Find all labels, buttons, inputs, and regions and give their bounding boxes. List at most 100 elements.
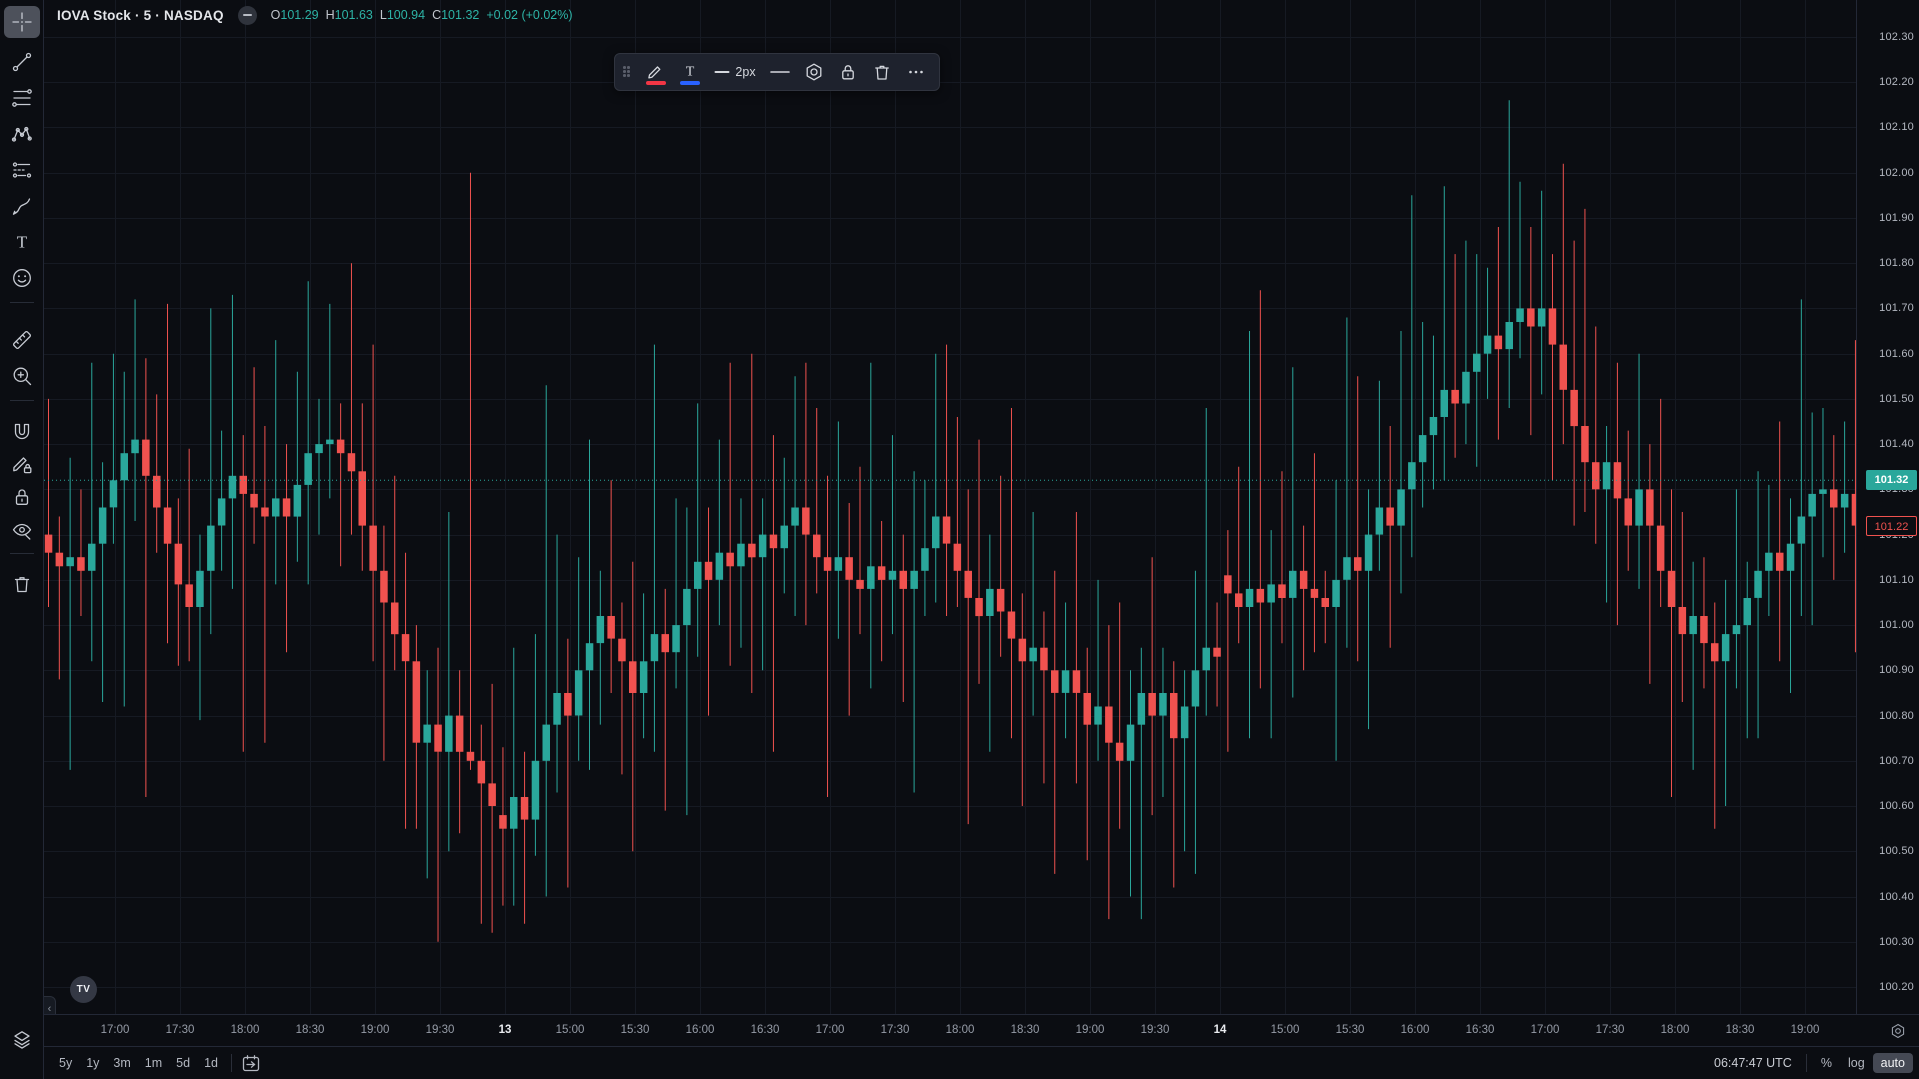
range-button-3m[interactable]: 3m [106, 1053, 137, 1073]
ohlc-values: O101.29 H101.63 L100.94 C101.32 +0.02 (+… [271, 8, 573, 22]
trash-icon [872, 62, 892, 82]
more-options-button[interactable] [901, 57, 931, 87]
range-button-1m[interactable]: 1m [138, 1053, 169, 1073]
line-style-button[interactable] [765, 57, 795, 87]
pane-legend: IOVA Stock · 5 · NASDAQ O101.29 H101.63 … [57, 5, 573, 25]
low-value: 100.94 [387, 8, 425, 22]
clock[interactable]: 06:47:47 UTC [1706, 1056, 1800, 1070]
lock-all-drawings-button[interactable] [4, 481, 40, 513]
trend-line-icon [11, 51, 33, 73]
xabcd-pattern-tool-button[interactable] [4, 118, 40, 150]
price-axis-label: 102.20 [1879, 75, 1914, 89]
collapse-legend-button[interactable] [238, 6, 257, 25]
drawing-lock-button[interactable] [833, 57, 863, 87]
drawing-remove-button[interactable] [867, 57, 897, 87]
change-value: +0.02 (+0.02%) [486, 8, 572, 22]
price-axis-label: 100.80 [1879, 709, 1914, 723]
price-axis-label: 100.40 [1879, 890, 1914, 904]
bottom-toolbar: 5y1y3m1m5d1d 06:47:47 UTC % log auto [44, 1046, 1919, 1079]
zoom-in-tool-button[interactable] [4, 360, 40, 392]
high-value: 101.63 [335, 8, 373, 22]
minus-icon [243, 14, 252, 17]
legend-separator: · [135, 8, 140, 23]
calendar-icon [241, 1053, 261, 1073]
last-price-tag: 101.32 [1866, 470, 1917, 490]
time-axis-label: 17:00 [1522, 1024, 1568, 1036]
floating-drawing-toolbar: T 2px [614, 53, 940, 91]
ask-price-tag: 101.22 [1866, 516, 1917, 536]
crosshair-icon [11, 11, 33, 33]
stay-drawing-mode-button[interactable] [4, 448, 40, 480]
percent-scale-button[interactable]: % [1813, 1053, 1840, 1073]
text-icon: T [11, 231, 33, 253]
blue-color-indicator [680, 81, 700, 85]
scale-controls: 06:47:47 UTC % log auto [1706, 1053, 1913, 1073]
trend-line-tool-button[interactable] [4, 46, 40, 78]
zoom-in-icon [11, 365, 33, 387]
remove-drawings-button[interactable] [4, 568, 40, 600]
axis-settings-button[interactable] [1889, 1022, 1907, 1040]
measure-tool-button[interactable] [4, 324, 40, 356]
drawing-settings-button[interactable] [799, 57, 829, 87]
time-axis[interactable]: 17:0017:3018:0018:3019:0019:301315:0015:… [44, 1014, 1919, 1046]
line-width-button[interactable]: 2px [709, 57, 761, 87]
eye-hide-icon [11, 520, 33, 542]
emoji-icon [11, 267, 33, 289]
drawing-color-button[interactable] [641, 57, 671, 87]
close-value: 101.32 [441, 8, 479, 22]
trash-icon [11, 573, 33, 595]
auto-scale-button[interactable]: auto [1873, 1053, 1913, 1073]
lock-icon [838, 62, 858, 82]
lock-icon [11, 486, 33, 508]
time-axis-label: 18:30 [1717, 1024, 1763, 1036]
fib-retracement-icon [11, 87, 33, 109]
magnet-icon [11, 421, 33, 443]
svg-text:T: T [17, 233, 28, 252]
symbol-title[interactable]: IOVA Stock · 5 · NASDAQ [57, 8, 224, 23]
range-button-5y[interactable]: 5y [52, 1053, 79, 1073]
price-axis-label: 102.00 [1879, 166, 1914, 180]
range-button-5d[interactable]: 5d [169, 1053, 197, 1073]
chart-pane: IOVA Stock · 5 · NASDAQ O101.29 H101.63 … [44, 0, 1856, 1014]
fib-retracement-tool-button[interactable] [4, 82, 40, 114]
time-axis-label: 15:30 [612, 1024, 658, 1036]
text-icon: T [680, 62, 700, 82]
log-scale-button[interactable]: log [1840, 1053, 1873, 1073]
time-axis-day-label: 13 [482, 1024, 528, 1036]
price-axis-label: 101.10 [1879, 573, 1914, 587]
range-button-1d[interactable]: 1d [197, 1053, 225, 1073]
price-axis-label: 101.50 [1879, 392, 1914, 406]
magnet-mode-button[interactable] [4, 416, 40, 448]
crosshair-tool-button[interactable] [4, 6, 40, 38]
time-axis-label: 18:00 [222, 1024, 268, 1036]
price-axis-label: 100.60 [1879, 799, 1914, 813]
range-button-1y[interactable]: 1y [79, 1053, 106, 1073]
emoji-tool-button[interactable] [4, 262, 40, 294]
prediction-tool-button[interactable] [4, 154, 40, 186]
price-axis-label: 101.80 [1879, 256, 1914, 270]
tradingview-logo[interactable]: TV [70, 976, 97, 1003]
open-value: 101.29 [280, 8, 318, 22]
price-axis-label: 100.70 [1879, 754, 1914, 768]
svg-text:T: T [686, 65, 695, 80]
text-tool-button[interactable]: T [4, 226, 40, 258]
line-width-icon [714, 62, 730, 82]
xabcd-pattern-icon [11, 123, 33, 145]
time-axis-label: 16:30 [742, 1024, 788, 1036]
time-axis-label: 17:30 [872, 1024, 918, 1036]
toolbar-drag-handle[interactable] [623, 66, 637, 78]
price-axis-label: 100.30 [1879, 935, 1914, 949]
hide-all-drawings-button[interactable] [4, 515, 40, 547]
time-axis-day-label: 14 [1197, 1024, 1243, 1036]
gear-icon [1889, 1022, 1907, 1040]
text-color-button[interactable]: T [675, 57, 705, 87]
brush-icon [11, 195, 33, 217]
settings-hexagon-icon [804, 62, 824, 82]
candlestick-chart[interactable] [44, 0, 1856, 1014]
time-axis-label: 19:30 [417, 1024, 463, 1036]
object-tree-button[interactable] [4, 1024, 40, 1056]
brush-tool-button[interactable] [4, 190, 40, 222]
price-axis-label: 101.40 [1879, 437, 1914, 451]
price-axis[interactable]: 100.20100.30100.40100.50100.60100.70100.… [1856, 0, 1919, 1014]
go-to-date-button[interactable] [238, 1051, 264, 1075]
